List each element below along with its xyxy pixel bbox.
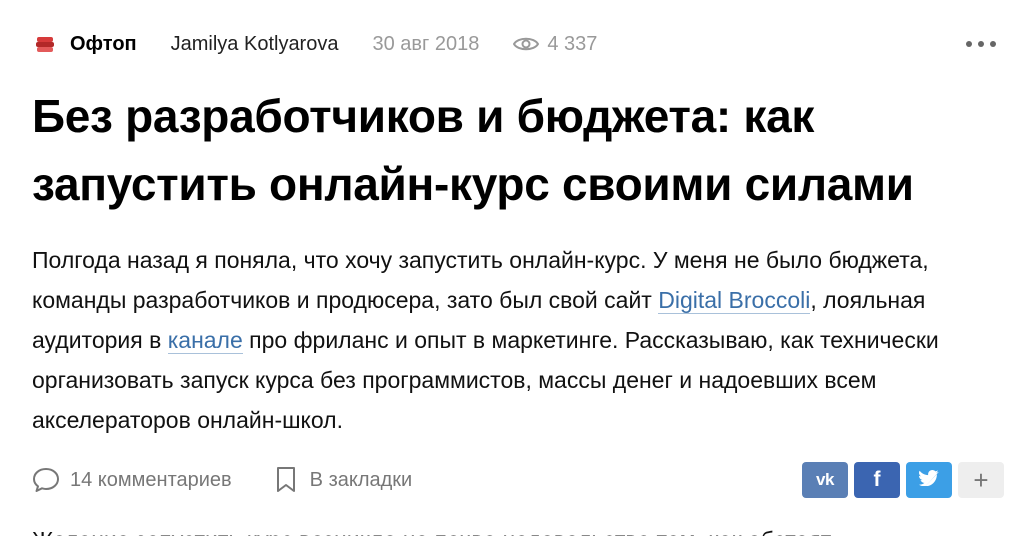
share-more-button[interactable]: + [958,462,1004,498]
comments-button[interactable]: 14 комментариев [32,466,232,494]
publish-date[interactable]: 30 авг 2018 [372,33,479,56]
share-twitter-button[interactable] [906,462,952,498]
views-count: 4 337 [547,32,598,55]
share-buttons: vk f + [802,462,1004,498]
more-options-icon[interactable] [966,32,996,56]
link-channel[interactable]: канале [167,327,243,354]
entry-header: Офтоп Jamilya Kotlyarova 30 авг 2018 4 3… [32,24,1008,64]
vk-icon: vk [816,470,834,489]
comment-bubble-icon [32,466,60,494]
subsite-name-link[interactable]: Офтоп [70,33,137,56]
subsite-logo-icon[interactable] [32,31,58,57]
share-vk-button[interactable]: vk [802,462,848,498]
eye-icon [513,35,540,53]
plus-icon: + [973,464,989,495]
share-facebook-button[interactable]: f [854,462,900,498]
bookmark-icon [272,466,300,494]
bookmark-button[interactable]: В закладки [272,466,413,494]
comments-count-label: 14 комментариев [70,468,232,491]
bookmark-label: В закладки [309,468,413,491]
facebook-icon: f [873,468,881,491]
entry-lead: Полгода назад я поняла, что хочу запусти… [32,240,1002,440]
entry-actions-bar: 14 комментариев В закладки vk f + [32,460,1004,500]
twitter-bird-icon [919,469,939,491]
author-link[interactable]: Jamilya Kotlyarova [171,33,339,56]
entry-title: Без разработчиков и бюджета: как запусти… [32,90,914,210]
entry-body-paragraph: Желание запустить курс возникло не почве… [32,520,1002,536]
link-digital-broccoli[interactable]: Digital Broccoli [658,287,811,314]
views-counter: 4 337 [513,33,597,56]
